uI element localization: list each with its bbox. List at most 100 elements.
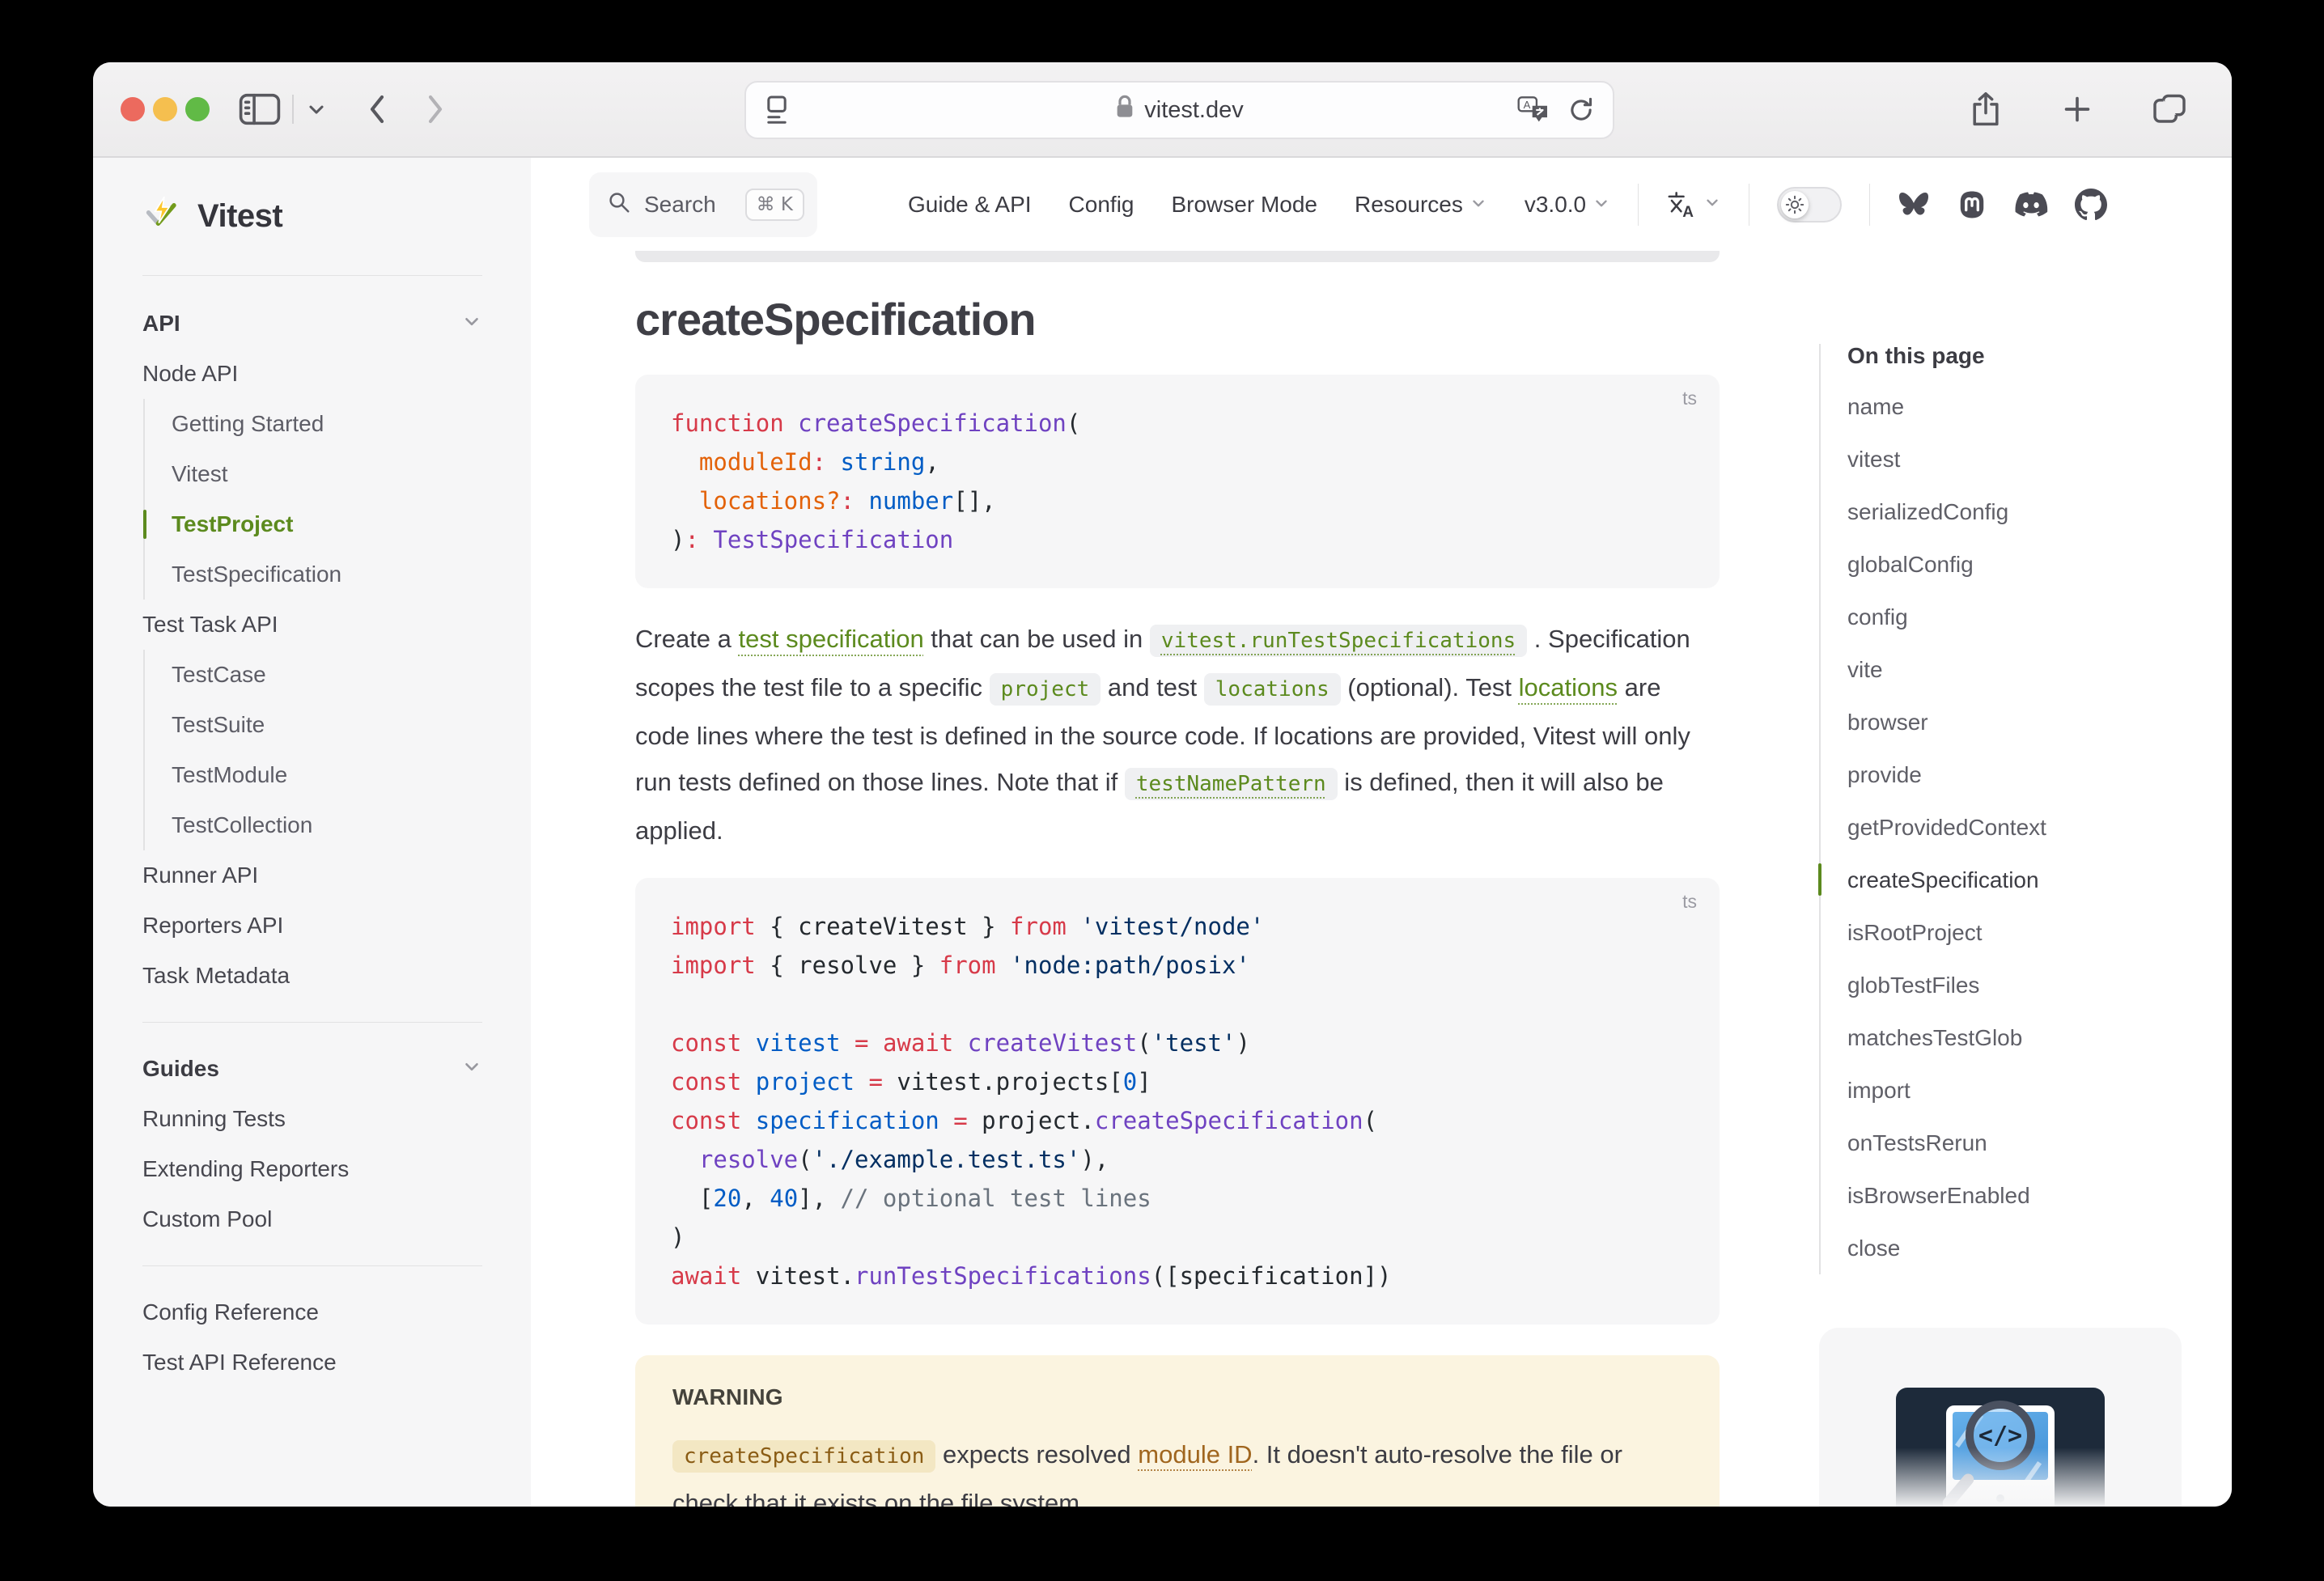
sidebar-section-guides[interactable]: Guides	[142, 1044, 482, 1094]
reader-mode-icon[interactable]	[764, 95, 790, 125]
mastodon-icon[interactable]	[1957, 189, 1987, 220]
code-line: const vitest = await createVitest('test'…	[671, 1024, 1684, 1062]
toc-item-name[interactable]: name	[1847, 380, 2199, 433]
code-line: import { resolve } from 'node:path/posix…	[671, 946, 1684, 985]
sponsor-card[interactable]: </>	[1819, 1328, 2182, 1507]
sidebar-item-vitest[interactable]: Vitest	[145, 449, 482, 499]
inline-code: locations	[1204, 673, 1341, 706]
search-label: Search	[644, 192, 716, 218]
sidebar-subgroup: Getting Started Vitest TestProject TestS…	[143, 399, 482, 600]
text: and test	[1101, 673, 1204, 701]
window-controls	[121, 97, 210, 121]
chevron-down-icon	[1703, 193, 1721, 215]
toc-item-provide[interactable]: provide	[1847, 748, 2199, 801]
sidebar-item-testcollection[interactable]: TestCollection	[145, 800, 482, 850]
nav-dropdown-resources[interactable]: Resources	[1355, 192, 1487, 218]
doc-link[interactable]: locations	[1519, 673, 1618, 701]
toc-item-ontestsrerun[interactable]: onTestsRerun	[1847, 1117, 2199, 1169]
sidebar-item-test-api-reference[interactable]: Test API Reference	[142, 1337, 482, 1388]
chevron-down-icon	[1592, 192, 1610, 218]
sidebar-item-testspecification[interactable]: TestSpecification	[145, 549, 482, 600]
sidebar-item-testproject[interactable]: TestProject	[145, 499, 482, 549]
nav-link-config[interactable]: Config	[1069, 192, 1134, 218]
language-menu[interactable]: A	[1666, 189, 1721, 220]
toc-item-createspecification[interactable]: createSpecification	[1847, 854, 2199, 906]
sidebar-item-testmodule[interactable]: TestModule	[145, 750, 482, 800]
toc-item-globtestfiles[interactable]: globTestFiles	[1847, 959, 2199, 1011]
share-icon[interactable]	[1970, 91, 2002, 128]
reload-icon[interactable]	[1567, 96, 1595, 124]
sidebar-toggle-icon[interactable]	[239, 92, 281, 126]
search-shortcut: ⌘ K	[745, 189, 804, 221]
chevron-down-icon	[461, 1056, 482, 1083]
sidebar-divider	[142, 1022, 482, 1023]
text: (optional). Test	[1341, 673, 1519, 701]
sidebar-section-api[interactable]: API	[142, 299, 482, 349]
sidebar-item-extending-reporters[interactable]: Extending Reporters	[142, 1144, 482, 1194]
chevron-down-icon	[461, 311, 482, 337]
bluesky-icon[interactable]	[1898, 190, 1930, 219]
brand[interactable]: Vitest	[142, 158, 482, 276]
doc-link[interactable]: module ID	[1138, 1440, 1252, 1469]
close-window-button[interactable]	[121, 97, 145, 121]
search-icon	[607, 190, 631, 218]
sidebar-item-runner-api[interactable]: Runner API	[142, 850, 482, 901]
sidebar-subgroup: TestCase TestSuite TestModule TestCollec…	[143, 650, 482, 850]
address-bar[interactable]: vitest.dev A	[744, 81, 1614, 139]
sidebar-item-custom-pool[interactable]: Custom Pool	[142, 1194, 482, 1244]
sidebar-item-test-task-api[interactable]: Test Task API	[142, 600, 482, 650]
code-line: locations?: number[],	[671, 481, 1684, 520]
nav-divider	[1638, 184, 1639, 226]
back-button[interactable]	[365, 92, 389, 126]
code-inspection-illustration: </>	[1896, 1388, 2105, 1507]
toc-item-getprovidedcontext[interactable]: getProvidedContext	[1847, 801, 2199, 854]
code-link[interactable]: vitest.runTestSpecifications	[1150, 625, 1527, 657]
translate-icon[interactable]: A	[1517, 96, 1550, 124]
doc-article: createSpecification ts function createSp…	[635, 262, 1720, 1507]
toc-item-isrootproject[interactable]: isRootProject	[1847, 906, 2199, 959]
toc-item-isbrowserenabled[interactable]: isBrowserEnabled	[1847, 1169, 2199, 1222]
sidebar-item-node-api[interactable]: Node API	[142, 349, 482, 399]
sidebar-chevron-down-icon[interactable]	[305, 98, 328, 121]
github-icon[interactable]	[2075, 189, 2107, 221]
nav-dropdown-version[interactable]: v3.0.0	[1525, 192, 1610, 218]
sidebar-item-config-reference[interactable]: Config Reference	[142, 1287, 482, 1337]
theme-toggle[interactable]	[1777, 187, 1842, 223]
safari-window: vitest.dev A	[93, 62, 2232, 1507]
nav-link-guide-api[interactable]: Guide & API	[908, 192, 1032, 218]
code-line: import { createVitest } from 'vitest/nod…	[671, 907, 1684, 946]
code-line: const project = vitest.projects[0]	[671, 1062, 1684, 1101]
sidebar-item-running-tests[interactable]: Running Tests	[142, 1094, 482, 1144]
toc-item-globalconfig[interactable]: globalConfig	[1847, 538, 2199, 591]
sidebar-item-reporters-api[interactable]: Reporters API	[142, 901, 482, 951]
nav-link-browser-mode[interactable]: Browser Mode	[1171, 192, 1317, 218]
new-tab-icon[interactable]	[2062, 94, 2093, 125]
toc-item-vite[interactable]: vite	[1847, 643, 2199, 696]
tab-overview-icon[interactable]	[2152, 93, 2186, 125]
zoom-window-button[interactable]	[185, 97, 210, 121]
toc-item-serializedconfig[interactable]: serializedConfig	[1847, 485, 2199, 538]
code-line: ): TestSpecification	[671, 520, 1684, 559]
toc-item-import[interactable]: import	[1847, 1064, 2199, 1117]
toc-item-close[interactable]: close	[1847, 1222, 2199, 1274]
doc-link[interactable]: test specification	[739, 625, 924, 653]
inline-code: project	[990, 673, 1101, 706]
sidebar-item-testcase[interactable]: TestCase	[145, 650, 482, 700]
nav-links: Guide & API Config Browser Mode Resource…	[908, 192, 1610, 218]
toc-item-vitest[interactable]: vitest	[1847, 433, 2199, 485]
toc-item-matchestestglob[interactable]: matchesTestGlob	[1847, 1011, 2199, 1064]
toc-item-config[interactable]: config	[1847, 591, 2199, 643]
sidebar-item-testsuite[interactable]: TestSuite	[145, 700, 482, 750]
docs-sidebar: Vitest API Node API Getting Started Vite…	[93, 158, 531, 1507]
minimize-window-button[interactable]	[153, 97, 177, 121]
code-line: function createSpecification(	[671, 404, 1684, 443]
toc-item-browser[interactable]: browser	[1847, 696, 2199, 748]
search-button[interactable]: Search ⌘ K	[589, 172, 817, 237]
sidebar-item-getting-started[interactable]: Getting Started	[145, 399, 482, 449]
forward-button[interactable]	[423, 92, 447, 126]
doc-paragraph: Create a test specification that can be …	[635, 616, 1720, 854]
text: Create a	[635, 625, 739, 653]
code-link[interactable]: testNamePattern	[1125, 768, 1338, 800]
sidebar-item-task-metadata[interactable]: Task Metadata	[142, 951, 482, 1001]
discord-icon[interactable]	[2014, 191, 2048, 218]
